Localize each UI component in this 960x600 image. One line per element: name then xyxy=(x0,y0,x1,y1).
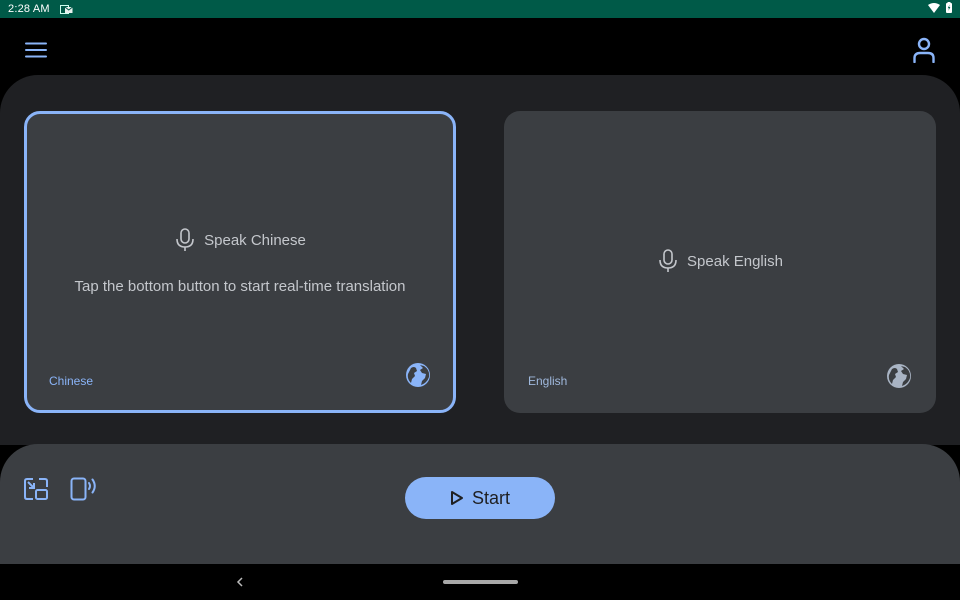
status-icons xyxy=(928,2,952,16)
menu-button[interactable] xyxy=(20,34,52,66)
speak-english-label: Speak English xyxy=(687,252,783,270)
source-language-label[interactable]: Chinese xyxy=(49,374,93,388)
source-language-card[interactable]: Speak Chinese Tap the bottom button to s… xyxy=(24,111,456,413)
microphone-icon xyxy=(659,249,677,272)
start-button[interactable]: Start xyxy=(405,477,555,519)
chevron-left-icon xyxy=(236,577,243,587)
source-card-content: Speak Chinese Tap the bottom button to s… xyxy=(27,228,453,295)
speak-english-prompt: Speak English xyxy=(657,249,783,273)
status-time: 2:28 AM xyxy=(8,3,50,15)
picture-in-picture-icon xyxy=(24,478,48,500)
target-language-label[interactable]: English xyxy=(528,374,567,388)
speak-chinese-label: Speak Chinese xyxy=(204,231,306,249)
bottom-control-bar: Start xyxy=(0,444,960,564)
profile-button[interactable] xyxy=(908,34,940,66)
system-navigation-bar xyxy=(0,564,960,600)
app-bar xyxy=(0,18,960,75)
speak-chinese-prompt: Speak Chinese xyxy=(174,228,306,252)
status-bar: 2:28 AM xyxy=(0,0,960,18)
mail-notification-icon xyxy=(59,4,73,15)
target-language-card[interactable]: Speak English English xyxy=(504,111,936,413)
screen: 2:28 AM Speak Chinese Tap the bottom but… xyxy=(0,0,960,600)
person-icon xyxy=(913,37,935,63)
back-button[interactable] xyxy=(232,574,248,590)
start-label: Start xyxy=(471,487,510,508)
start-hint: Tap the bottom button to start real-time… xyxy=(74,278,406,295)
microphone-icon xyxy=(176,228,194,251)
speaker-mode-button[interactable] xyxy=(70,475,98,503)
phone-speaker-icon xyxy=(70,477,96,501)
source-language-select-button[interactable] xyxy=(405,362,431,388)
wifi-icon xyxy=(928,2,940,16)
target-language-select-button[interactable] xyxy=(886,363,912,389)
translation-panel: Speak Chinese Tap the bottom button to s… xyxy=(0,75,960,435)
globe-icon xyxy=(406,363,430,387)
home-gesture-handle[interactable] xyxy=(443,580,518,584)
target-card-content: Speak English xyxy=(504,249,936,273)
globe-icon xyxy=(887,364,911,388)
hamburger-menu-icon xyxy=(25,42,47,58)
battery-charging-icon xyxy=(946,2,952,16)
play-icon xyxy=(450,491,463,505)
picture-in-picture-button[interactable] xyxy=(22,475,50,503)
